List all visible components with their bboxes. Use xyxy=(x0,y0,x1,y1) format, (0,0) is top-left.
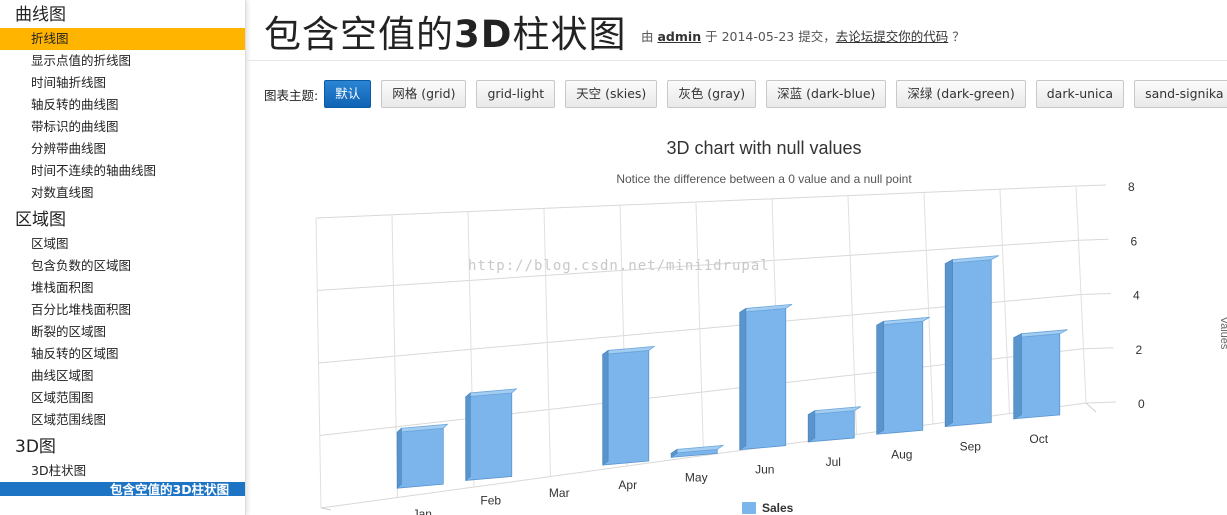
y-tick-label: 4 xyxy=(1133,289,1140,303)
sidebar-item[interactable]: 带标识的曲线图 xyxy=(0,116,245,138)
sidebar-item[interactable]: 区域范围图 xyxy=(0,387,245,409)
sidebar-item[interactable]: 对数直线图 xyxy=(0,182,245,204)
tick-line xyxy=(1080,293,1112,295)
sidebar-item[interactable]: 轴反转的区域图 xyxy=(0,343,245,365)
chart-svg: 0 2 4 6 8 3D chart with null values Notice the… xyxy=(315,138,1227,515)
bar-side xyxy=(944,259,953,428)
sidebar-section-title: 区域图 xyxy=(15,210,66,230)
sidebar-item[interactable]: 曲线区域图 xyxy=(0,365,245,387)
sidebar-section-title: 曲线图 xyxy=(15,5,66,25)
bar-side xyxy=(1013,333,1022,420)
theme-button[interactable]: 天空 (skies) xyxy=(565,80,658,108)
sidebar-item[interactable]: 折线图 xyxy=(0,28,245,50)
theme-button[interactable]: 灰色 (gray) xyxy=(667,80,757,108)
sidebar: 曲线图折线图 显示点值的折线图 时间轴折线图 轴反转的曲线图 带标识的曲线图 分辨带曲线图… xyxy=(0,0,246,515)
y-tick-label: 2 xyxy=(1136,343,1143,357)
chart-subtitle: Notice the difference between a 0 value … xyxy=(616,172,912,186)
tick-line xyxy=(1075,184,1107,187)
y-tick-label: 8 xyxy=(1128,180,1135,194)
chart-title: 3D chart with null values xyxy=(666,138,861,158)
theme-button[interactable]: sand-signika xyxy=(1134,80,1227,108)
bar-front xyxy=(739,307,787,451)
y-axis-title: Values xyxy=(1218,317,1227,350)
author-link[interactable]: admin xyxy=(658,29,702,44)
legend-label: Sales xyxy=(762,501,794,515)
sidebar-item[interactable]: 包含负数的区域图 xyxy=(0,255,245,277)
x-tick-label: Jun xyxy=(755,463,774,477)
x-tick-label: Oct xyxy=(1029,432,1048,446)
forum-link[interactable]: 去论坛提交你的代码 xyxy=(836,29,949,44)
sidebar-item[interactable]: 显示点值的折线图 xyxy=(0,50,245,72)
x-tick-label: Sep xyxy=(960,440,982,454)
sidebar-item[interactable]: 区域图 xyxy=(0,233,245,255)
title-divider xyxy=(246,60,1227,61)
bar-front xyxy=(602,350,650,466)
sidebar-item[interactable]: 断裂的区域图 xyxy=(0,321,245,343)
y-tick-label: 6 xyxy=(1131,234,1138,248)
theme-button[interactable]: 深绿 (dark-green) xyxy=(896,80,1026,108)
bar-side xyxy=(602,349,609,466)
y-tick-label: 0 xyxy=(1138,397,1145,411)
floor-edge xyxy=(1085,402,1097,413)
sidebar-item[interactable]: 时间轴折线图 xyxy=(0,72,245,94)
sidebar-item[interactable]: 堆栈面积图 xyxy=(0,277,245,299)
tick-line xyxy=(1078,238,1109,241)
x-tick-label: Jul xyxy=(826,455,841,469)
theme-button[interactable]: 网格 (grid) xyxy=(381,80,467,108)
x-tick-label: Aug xyxy=(891,447,912,461)
bar-front xyxy=(465,392,513,481)
sidebar-item[interactable]: 百分比堆栈面积图 xyxy=(0,299,245,321)
x-tick-label: Feb xyxy=(480,493,501,507)
bar-side xyxy=(807,410,816,443)
tick-line xyxy=(1083,347,1114,350)
bar-front xyxy=(807,410,855,443)
main-content: 包含空值的3D柱状图 由 admin 于 2014-05-23 提交，去论坛提交… xyxy=(246,0,1227,515)
x-tick-label: May xyxy=(685,470,708,484)
bar-side xyxy=(465,392,471,482)
sidebar-item[interactable]: 区域范围线图 xyxy=(0,409,245,431)
legend-swatch xyxy=(742,502,756,514)
sidebar-item[interactable]: 3D柱状图 xyxy=(0,460,245,482)
floor-edge xyxy=(320,507,332,511)
theme-button[interactable]: 默认 xyxy=(324,80,372,108)
post-date: 2014-05-23 xyxy=(721,29,795,44)
watermark: http://blog.csdn.net/mini1drupal xyxy=(468,258,770,274)
x-tick-label: Apr xyxy=(618,478,637,492)
sidebar-item[interactable]: 包含空值的3D柱状图 xyxy=(0,482,245,497)
bar-side xyxy=(396,427,402,489)
theme-button[interactable]: 深蓝 (dark-blue) xyxy=(766,80,887,108)
x-tick-label: Jan xyxy=(413,507,432,515)
sidebar-item[interactable]: 分辨带曲线图 xyxy=(0,138,245,160)
theme-label: 图表主题: xyxy=(264,87,319,103)
theme-button[interactable]: grid-light xyxy=(476,80,556,108)
x-tick-label: Mar xyxy=(549,486,570,500)
bar-side xyxy=(876,320,885,435)
sidebar-item[interactable]: 时间不连续的轴曲线图 xyxy=(0,160,245,182)
chart-container: 0 2 4 6 8 3D chart with null values Notice the… xyxy=(246,120,1227,515)
tick-line xyxy=(1085,401,1117,404)
page-title: 包含空值的3D柱状图 xyxy=(264,13,627,56)
sidebar-item[interactable]: 轴反转的曲线图 xyxy=(0,94,245,116)
theme-bar: 图表主题: 默认 网格 (grid) grid-light 天空 (skies) 灰色 … xyxy=(264,80,1227,108)
theme-button[interactable]: dark-unica xyxy=(1035,80,1125,108)
sidebar-section-title: 3D图 xyxy=(15,437,56,457)
post-meta: 由 admin 于 2014-05-23 提交，去论坛提交你的代码 ？ xyxy=(641,29,965,44)
bar-front xyxy=(396,427,444,489)
bar-side xyxy=(739,307,747,451)
